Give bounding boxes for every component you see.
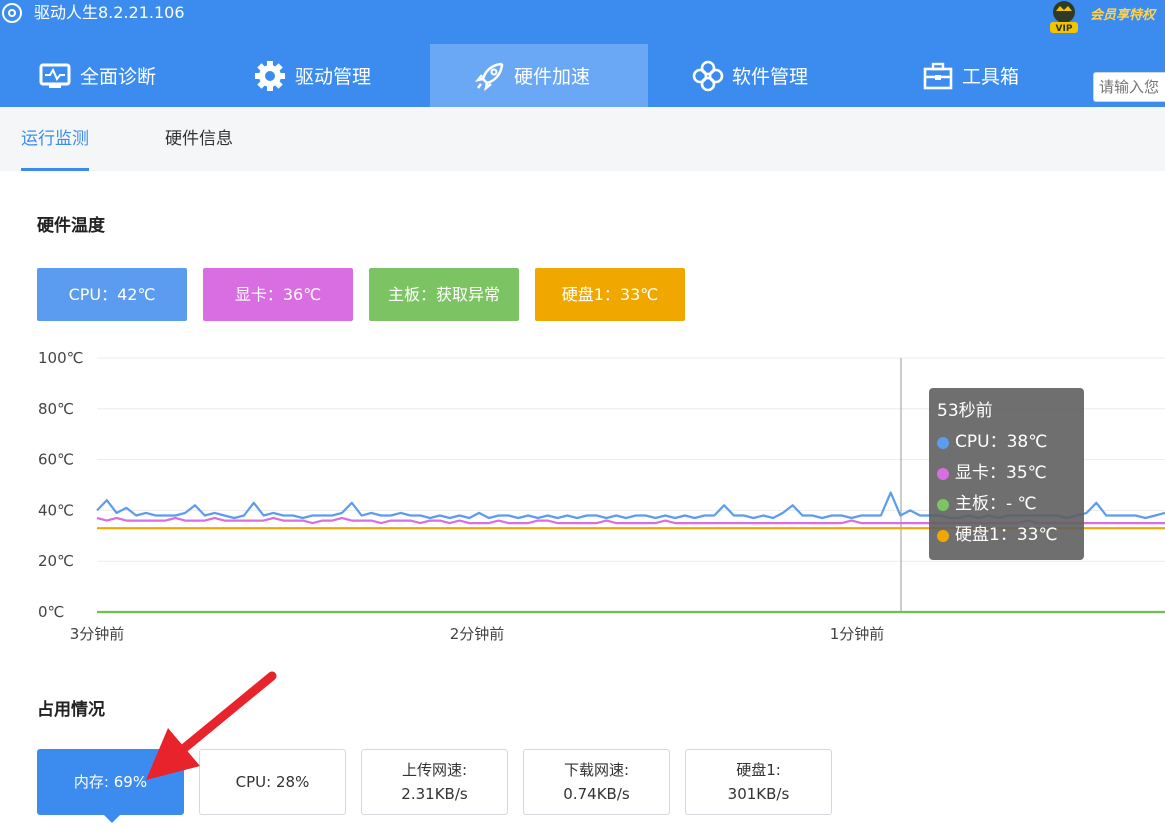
y-tick-label: 0℃ [38, 603, 64, 621]
disk1-usage-value: 301KB/s [727, 785, 790, 803]
nav-label-software-management: 软件管理 [732, 66, 809, 88]
y-tick-label: 20℃ [38, 552, 74, 570]
disk1-dot-icon [937, 529, 949, 542]
upload-speed-label: 上传网速: [401, 761, 468, 779]
red-pointer-arrow-icon [146, 671, 277, 780]
tab-hardware-info[interactable]: 硬件信息 [165, 107, 233, 171]
rocket-icon [474, 62, 504, 91]
vip-crown-icon[interactable]: VIP [1047, 0, 1081, 34]
upload-speed-value: 2.31KB/s [401, 785, 468, 803]
cpu-dot-icon [937, 436, 949, 449]
nav-label-driver-management: 驱动管理 [295, 66, 372, 88]
download-speed-card[interactable]: 下载网速: 0.74KB/s [523, 749, 670, 815]
top-bar: 驱动人生8.2.21.106 VIP 会员享特权 全面诊断 驱动管理 硬件加速 … [0, 0, 1165, 107]
tooltip-row-disk1: 硬盘1：33℃ [937, 520, 1084, 551]
gpu-temp-button[interactable]: 显卡：36℃ [203, 268, 353, 321]
nav-label-toolbox: 工具箱 [962, 66, 1020, 88]
x-tick-label: 1分钟前 [830, 625, 885, 643]
svg-text:VIP: VIP [1056, 24, 1073, 34]
sub-tab-bar: 运行监测 硬件信息 [0, 107, 1165, 171]
tooltip-row-cpu: CPU：38℃ [937, 427, 1084, 458]
nav-item-diagnosis[interactable]: 全面诊断 [38, 44, 156, 107]
download-speed-value: 0.74KB/s [563, 785, 630, 803]
app-title: 驱动人生8.2.21.106 [34, 3, 185, 22]
motherboard-temp-button[interactable]: 主板：获取异常 [369, 268, 519, 321]
chart-tooltip: 53秒前 CPU：38℃ 显卡：35℃ 主板：- ℃ 硬盘1：33℃ [929, 388, 1084, 560]
gpu-dot-icon [937, 467, 949, 480]
y-tick-label: 60℃ [38, 451, 74, 469]
tooltip-disk1-value: 硬盘1：33℃ [955, 525, 1058, 545]
download-speed-label: 下载网速: [563, 761, 630, 779]
clover-icon [692, 60, 724, 91]
active-card-pointer [104, 815, 120, 823]
toolbox-icon [923, 62, 953, 89]
disk1-usage-card[interactable]: 硬盘1: 301KB/s [685, 749, 832, 815]
y-tick-label: 100℃ [38, 349, 83, 367]
motherboard-dot-icon [937, 498, 949, 511]
nav-item-hardware-acceleration[interactable]: 硬件加速 [430, 44, 648, 107]
y-tick-label: 40℃ [38, 501, 74, 519]
usage-section-title: 占用情况 [37, 700, 105, 720]
main-nav: 全面诊断 驱动管理 硬件加速 软件管理 工具箱 [0, 44, 1165, 107]
disk1-usage-label: 硬盘1: [736, 761, 781, 779]
nav-item-toolbox[interactable]: 工具箱 [922, 44, 1019, 107]
tooltip-cpu-value: CPU：38℃ [955, 432, 1048, 452]
vip-promo-text[interactable]: 会员享特权 [1090, 4, 1155, 23]
tab-runtime-monitor[interactable]: 运行监测 [21, 107, 89, 171]
nav-item-driver-management[interactable]: 驱动管理 [253, 44, 371, 107]
nav-item-software-management[interactable]: 软件管理 [692, 44, 808, 107]
cpu-temp-button[interactable]: CPU：42℃ [37, 268, 187, 321]
disk1-temp-button[interactable]: 硬盘1：33℃ [535, 268, 685, 321]
x-tick-label: 3分钟前 [70, 625, 125, 643]
y-tick-label: 80℃ [38, 400, 74, 418]
upload-speed-card[interactable]: 上传网速: 2.31KB/s [361, 749, 508, 815]
search-input[interactable] [1093, 72, 1165, 102]
tooltip-row-gpu: 显卡：35℃ [937, 458, 1084, 489]
tooltip-row-motherboard: 主板：- ℃ [937, 489, 1084, 520]
tooltip-motherboard-value: 主板：- ℃ [955, 494, 1037, 514]
nav-label-hardware-acceleration: 硬件加速 [514, 66, 591, 88]
tooltip-title: 53秒前 [937, 401, 993, 421]
gear-icon [255, 60, 285, 91]
temperature-section-title: 硬件温度 [37, 216, 105, 236]
monitor-pulse-icon [39, 63, 71, 88]
app-logo-icon [2, 3, 22, 23]
x-tick-label: 2分钟前 [450, 625, 505, 643]
nav-label-diagnosis: 全面诊断 [80, 66, 157, 88]
tooltip-gpu-value: 显卡：35℃ [955, 463, 1047, 483]
